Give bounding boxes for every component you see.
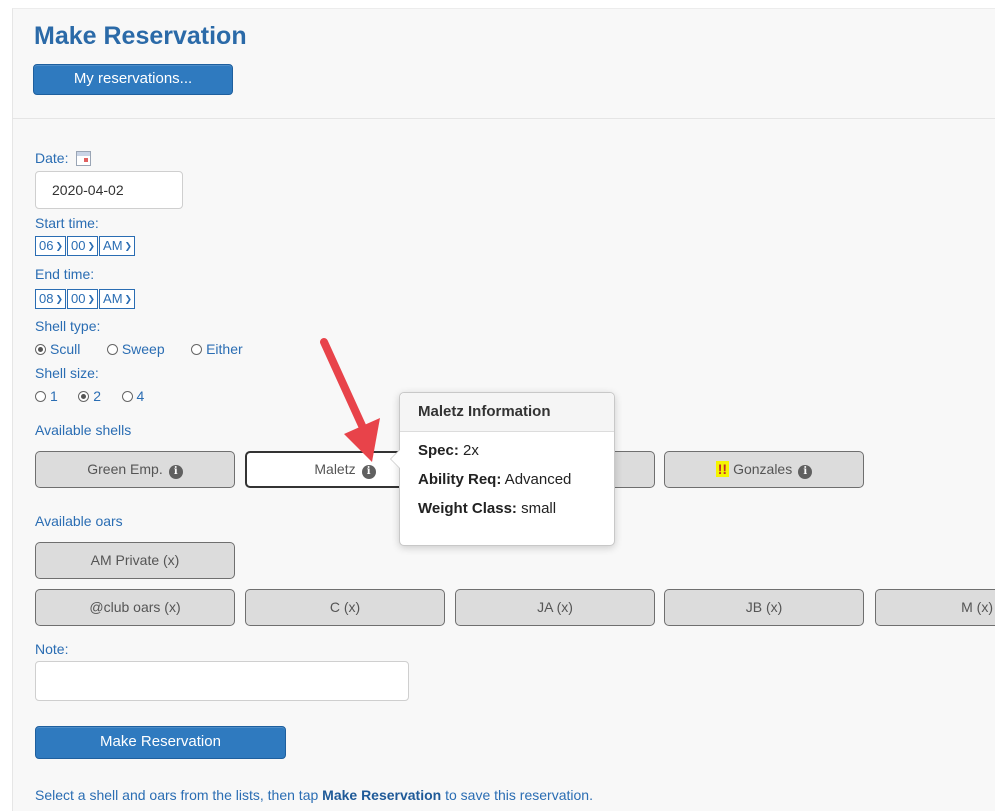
- oar-chip-am-private[interactable]: AM Private (x): [35, 542, 235, 579]
- shell-size-4[interactable]: 4: [121, 388, 145, 404]
- chevron-down-icon: ❯: [55, 241, 64, 251]
- radio-unchecked-icon: [121, 391, 133, 402]
- shell-size-label: Shell size:: [35, 365, 99, 381]
- note-input[interactable]: [35, 661, 409, 701]
- end-minute-select[interactable]: 00 ❯: [67, 289, 99, 309]
- start-minute-select[interactable]: 00 ❯: [67, 236, 99, 256]
- shell-info-popover: Maletz Information Spec: 2x Ability Req:…: [390, 392, 615, 546]
- divider: [12, 118, 995, 119]
- shell-type-either-label: Either: [206, 341, 243, 357]
- help-text-after: to save this reservation.: [441, 787, 593, 803]
- shell-chip-gonzales[interactable]: !! Gonzales i: [664, 451, 864, 488]
- shell-size-2-label: 2: [93, 388, 102, 404]
- date-label-text: Date:: [35, 150, 69, 166]
- shell-type-scull[interactable]: Scull: [35, 341, 80, 357]
- shell-type-either[interactable]: Either: [191, 341, 243, 357]
- shell-type-sweep-label: Sweep: [121, 341, 165, 357]
- end-time-label: End time:: [35, 266, 95, 282]
- spec-value: 2x: [458, 442, 479, 459]
- make-reservation-button[interactable]: Make Reservation: [35, 726, 286, 759]
- shell-type-label: Shell type:: [35, 318, 101, 334]
- info-icon[interactable]: i: [168, 465, 183, 479]
- radio-checked-icon: [35, 344, 46, 355]
- end-ampm-select[interactable]: AM ❯: [99, 289, 136, 309]
- oar-chip-c[interactable]: C (x): [245, 589, 445, 626]
- end-hour-value: 08: [39, 291, 54, 306]
- oar-chip-m[interactable]: M (x): [875, 589, 995, 626]
- oar-chip-club-oars[interactable]: @club oars (x): [35, 589, 235, 626]
- chevron-down-icon: ❯: [55, 294, 64, 304]
- chevron-down-icon: ❯: [124, 241, 133, 251]
- chevron-down-icon: ❯: [87, 241, 96, 251]
- help-text-before: Select a shell and oars from the lists, …: [35, 787, 323, 803]
- popover-weight: Weight Class: small: [418, 500, 614, 529]
- radio-checked-icon: [78, 391, 90, 402]
- popover-title: Maletz Information: [400, 393, 614, 432]
- help-text: Select a shell and oars from the lists, …: [35, 787, 593, 803]
- annotation-arrow-icon: [320, 338, 380, 462]
- end-ampm-value: AM: [103, 291, 123, 306]
- shell-chip-green-emp[interactable]: Green Emp. i: [35, 451, 235, 488]
- shell-chip-label: Gonzales: [733, 461, 793, 477]
- weight-value: small: [516, 500, 557, 517]
- shell-size-1[interactable]: 1: [35, 388, 58, 404]
- start-hour-value: 06: [39, 238, 54, 253]
- end-time-selects: 08 ❯ 00 ❯ AM ❯: [35, 289, 136, 309]
- arrow-shaft: [320, 338, 368, 434]
- available-oars-label: Available oars: [35, 513, 123, 529]
- shell-size-1-label: 1: [50, 388, 58, 404]
- shell-chip-label: Green Emp.: [87, 461, 163, 477]
- available-shells-label: Available shells: [35, 422, 132, 438]
- start-time-label: Start time:: [35, 215, 99, 231]
- chevron-down-icon: ❯: [87, 294, 96, 304]
- info-icon[interactable]: i: [798, 465, 813, 479]
- start-hour-select[interactable]: 06 ❯: [35, 236, 67, 256]
- shell-size-2[interactable]: 2: [78, 388, 101, 404]
- end-minute-value: 00: [71, 291, 86, 306]
- calendar-icon[interactable]: [76, 151, 92, 166]
- shell-type-sweep[interactable]: Sweep: [106, 341, 165, 357]
- start-minute-value: 00: [71, 238, 86, 253]
- shell-type-radios: Scull Sweep Either: [35, 341, 265, 359]
- popover-ability: Ability Req: Advanced: [418, 471, 614, 500]
- end-hour-select[interactable]: 08 ❯: [35, 289, 67, 309]
- radio-unchecked-icon: [106, 344, 118, 355]
- ability-label: Ability Req:: [418, 471, 502, 488]
- start-ampm-select[interactable]: AM ❯: [99, 236, 136, 256]
- ability-value: Advanced: [501, 471, 572, 488]
- my-reservations-button[interactable]: My reservations...: [33, 64, 233, 95]
- radio-unchecked-icon: [35, 391, 46, 402]
- page-title: Make Reservation: [34, 22, 247, 50]
- warning-badge: !!: [715, 461, 730, 477]
- shell-type-scull-label: Scull: [50, 341, 81, 357]
- oar-chip-ja[interactable]: JA (x): [455, 589, 655, 626]
- chevron-down-icon: ❯: [124, 294, 133, 304]
- help-text-bold: Make Reservation: [322, 787, 442, 803]
- start-time-selects: 06 ❯ 00 ❯ AM ❯: [35, 236, 136, 256]
- popover-body: Spec: 2x Ability Req: Advanced Weight Cl…: [400, 432, 614, 529]
- shell-size-radios: 1 2 4: [35, 388, 166, 406]
- date-input[interactable]: 2020-04-02: [35, 171, 183, 209]
- note-label: Note:: [35, 641, 69, 657]
- spec-label: Spec:: [418, 442, 459, 459]
- radio-unchecked-icon: [191, 344, 203, 355]
- shell-size-4-label: 4: [136, 388, 145, 404]
- weight-label: Weight Class:: [418, 500, 517, 517]
- oar-chip-jb[interactable]: JB (x): [664, 589, 864, 626]
- start-ampm-value: AM: [103, 238, 123, 253]
- date-label: Date:: [35, 150, 92, 166]
- popover-spec: Spec: 2x: [418, 442, 614, 471]
